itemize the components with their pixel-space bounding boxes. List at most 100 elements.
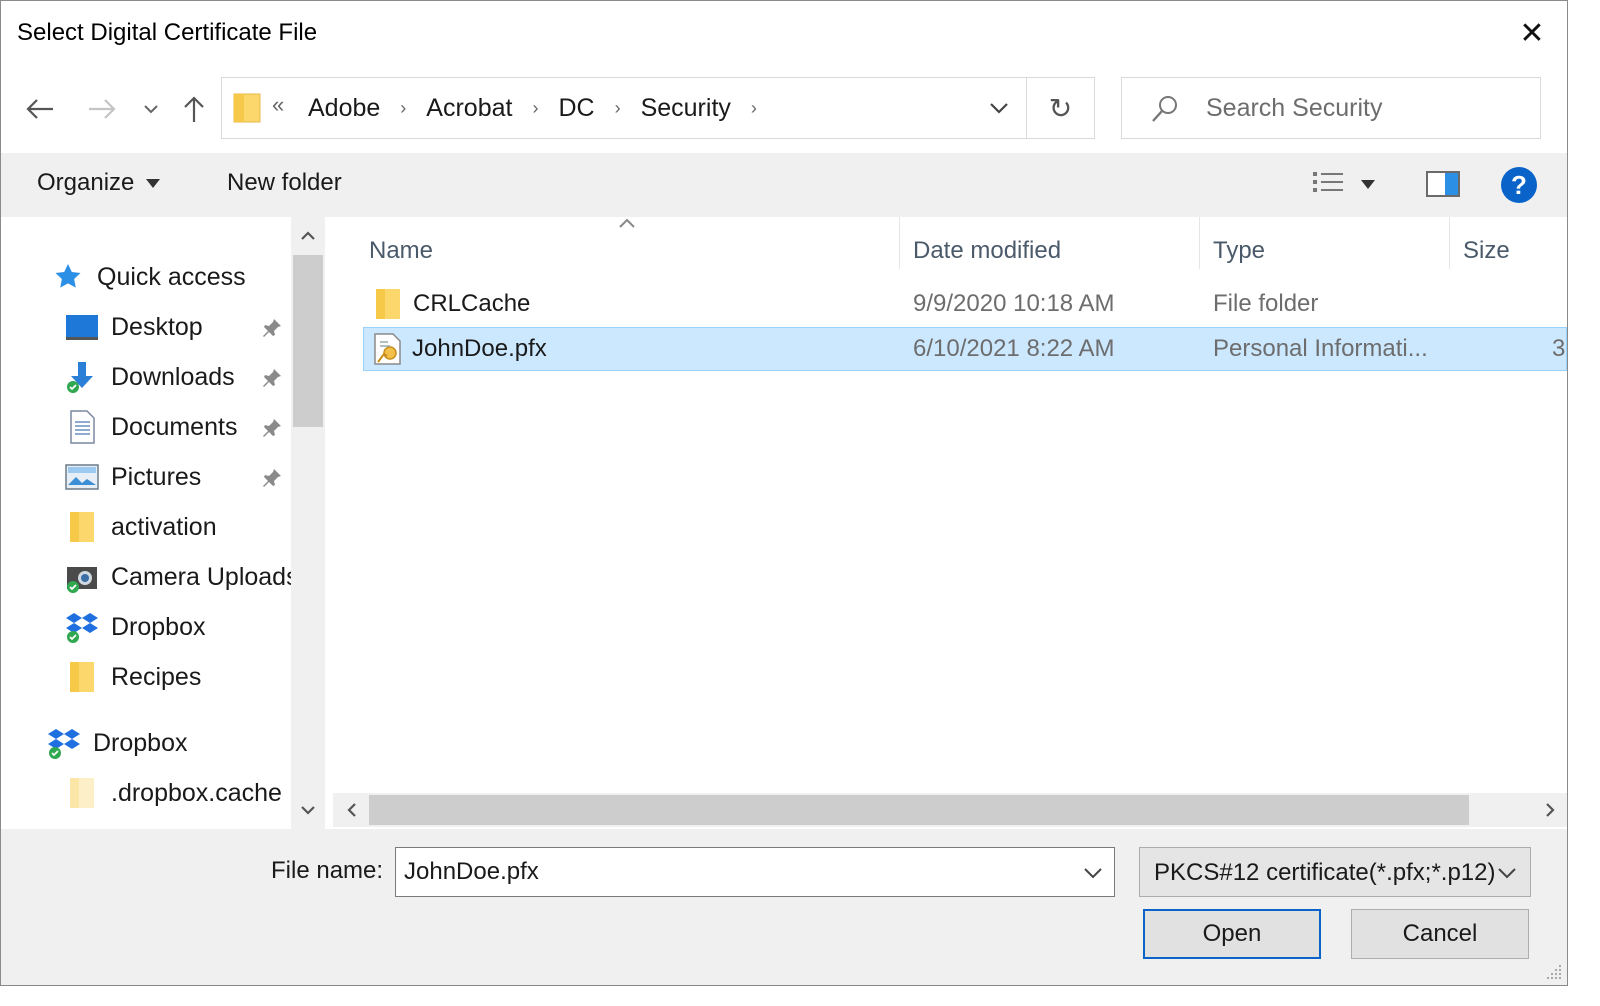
folder-icon [233,93,261,123]
overflow-chevron-icon[interactable]: « [272,92,284,118]
nav-item-documents[interactable]: Documents [65,405,237,449]
new-folder-label: New folder [227,169,342,196]
resize-grip-icon[interactable] [1545,963,1563,981]
nav-item-downloads[interactable]: Downloads [65,355,235,399]
pin-icon[interactable] [261,417,283,439]
preview-pane-icon [1426,171,1460,197]
window-title: Select Digital Certificate File [17,19,318,46]
nav-item-quick-access[interactable]: Quick access [51,255,246,299]
nav-item-label: Recipes [111,662,202,691]
nav-pane-scrollbar[interactable] [291,217,325,829]
table-row[interactable]: JohnDoe.pfx 6/10/2021 8:22 AM Personal I… [363,327,1567,371]
close-button[interactable]: ✕ [1509,11,1555,55]
refresh-button[interactable]: ↻ [1026,78,1094,138]
search-box[interactable] [1121,77,1541,139]
organize-button[interactable]: Organize [37,169,161,197]
column-divider[interactable] [1449,217,1450,269]
pin-icon[interactable] [261,317,283,339]
caret-down-icon[interactable] [1361,179,1375,189]
nav-item-activation[interactable]: activation [65,505,217,549]
recent-locations-button[interactable] [139,89,163,129]
downloads-icon [65,360,99,394]
breadcrumb-security[interactable]: Security [637,94,735,123]
scroll-right-icon[interactable] [1537,795,1563,825]
change-view-button[interactable] [1311,169,1375,199]
nav-item-label: Dropbox [93,728,188,757]
nav-item-label: Quick access [97,262,246,291]
caret-down-icon [146,178,161,188]
nav-item-label: Desktop [111,312,203,341]
breadcrumb-separator-icon[interactable]: › [516,98,554,119]
file-name-combobox[interactable] [395,847,1115,897]
scroll-up-icon[interactable] [291,221,325,251]
nav-item-desktop[interactable]: Desktop [65,305,203,349]
column-divider[interactable] [899,217,900,269]
arrow-left-icon [26,99,53,119]
chevron-down-icon [1084,868,1102,879]
certificate-icon [372,328,404,370]
file-type: Personal Informati... [1213,335,1428,362]
breadcrumb-separator-icon[interactable]: › [599,98,637,119]
nav-item-dropbox[interactable]: Dropbox [65,605,206,649]
desktop-icon [65,310,99,344]
nav-item-camera-uploads[interactable]: Camera Uploads [65,555,299,599]
cancel-button[interactable]: Cancel [1351,909,1529,959]
column-header-date[interactable]: Date modified [913,229,1061,273]
help-icon: ? [1511,169,1527,200]
back-button[interactable] [23,89,57,129]
help-button[interactable]: ? [1501,167,1537,203]
open-button[interactable]: Open [1143,909,1321,959]
search-input[interactable] [1206,90,1526,126]
scroll-down-icon[interactable] [291,795,325,825]
toolbar: Organize New folder [1,153,1567,217]
file-list: Name Date modified Type Size CRLCache 9/… [333,217,1567,829]
search-icon [1152,96,1177,122]
new-folder-button[interactable]: New folder [227,169,342,197]
file-type: File folder [1213,290,1319,317]
file-date: 9/9/2020 10:18 AM [913,290,1115,317]
file-list-scrollbar[interactable] [333,793,1567,827]
pin-icon[interactable] [261,467,283,489]
nav-item-dropbox-root[interactable]: Dropbox [47,721,188,765]
breadcrumb-dc[interactable]: DC [554,94,598,123]
address-dropdown-button[interactable] [974,78,1024,138]
file-date: 6/10/2021 8:22 AM [913,335,1115,362]
scrollbar-thumb[interactable] [293,255,323,427]
scroll-left-icon[interactable] [339,795,365,825]
preview-pane-button[interactable] [1425,169,1461,204]
scrollbar-thumb[interactable] [369,795,1469,825]
file-name-input[interactable] [404,856,1064,888]
file-dialog: Select Digital Certificate File ✕ « Adob… [0,0,1568,986]
dialog-footer: File name: PKCS#12 certificate(*.pfx;*.p… [1,829,1567,985]
column-header-size[interactable]: Size [1463,229,1510,273]
nav-item-dropbox-cache[interactable]: .dropbox.cache [65,771,282,815]
file-name: CRLCache [413,290,531,317]
breadcrumb-acrobat[interactable]: Acrobat [422,94,516,123]
table-row[interactable]: CRLCache 9/9/2020 10:18 AM File folder [363,283,1567,327]
file-type-select[interactable]: PKCS#12 certificate(*.pfx;*.p12) [1139,847,1531,897]
file-type-dropdown-button[interactable] [1492,858,1522,888]
column-header-type[interactable]: Type [1213,229,1265,273]
breadcrumb-separator-icon[interactable]: › [384,98,422,119]
up-button[interactable] [177,89,211,129]
pictures-icon [65,460,99,494]
address-bar[interactable]: « Adobe › Acrobat › DC › Security › ↻ [221,77,1095,139]
breadcrumb: Adobe › Acrobat › DC › Security › [304,78,773,138]
forward-button[interactable] [85,89,119,129]
nav-item-recipes[interactable]: Recipes [65,655,201,699]
navigation-bar: « Adobe › Acrobat › DC › Security › ↻ [1,71,1567,145]
pin-icon[interactable] [261,367,283,389]
refresh-icon: ↻ [1048,92,1073,124]
breadcrumb-separator-icon[interactable]: › [735,98,773,119]
folder-light-icon [65,776,99,810]
column-header-name[interactable]: Name [369,229,433,273]
file-name-dropdown-button[interactable] [1078,858,1108,888]
dropbox-icon [47,726,81,760]
nav-item-pictures[interactable]: Pictures [65,455,201,499]
chevron-down-icon [990,103,1008,114]
dropbox-icon [65,610,99,644]
folder-icon [373,283,403,325]
breadcrumb-adobe[interactable]: Adobe [304,94,384,123]
column-divider[interactable] [1199,217,1200,269]
chevron-down-icon [1498,868,1516,879]
